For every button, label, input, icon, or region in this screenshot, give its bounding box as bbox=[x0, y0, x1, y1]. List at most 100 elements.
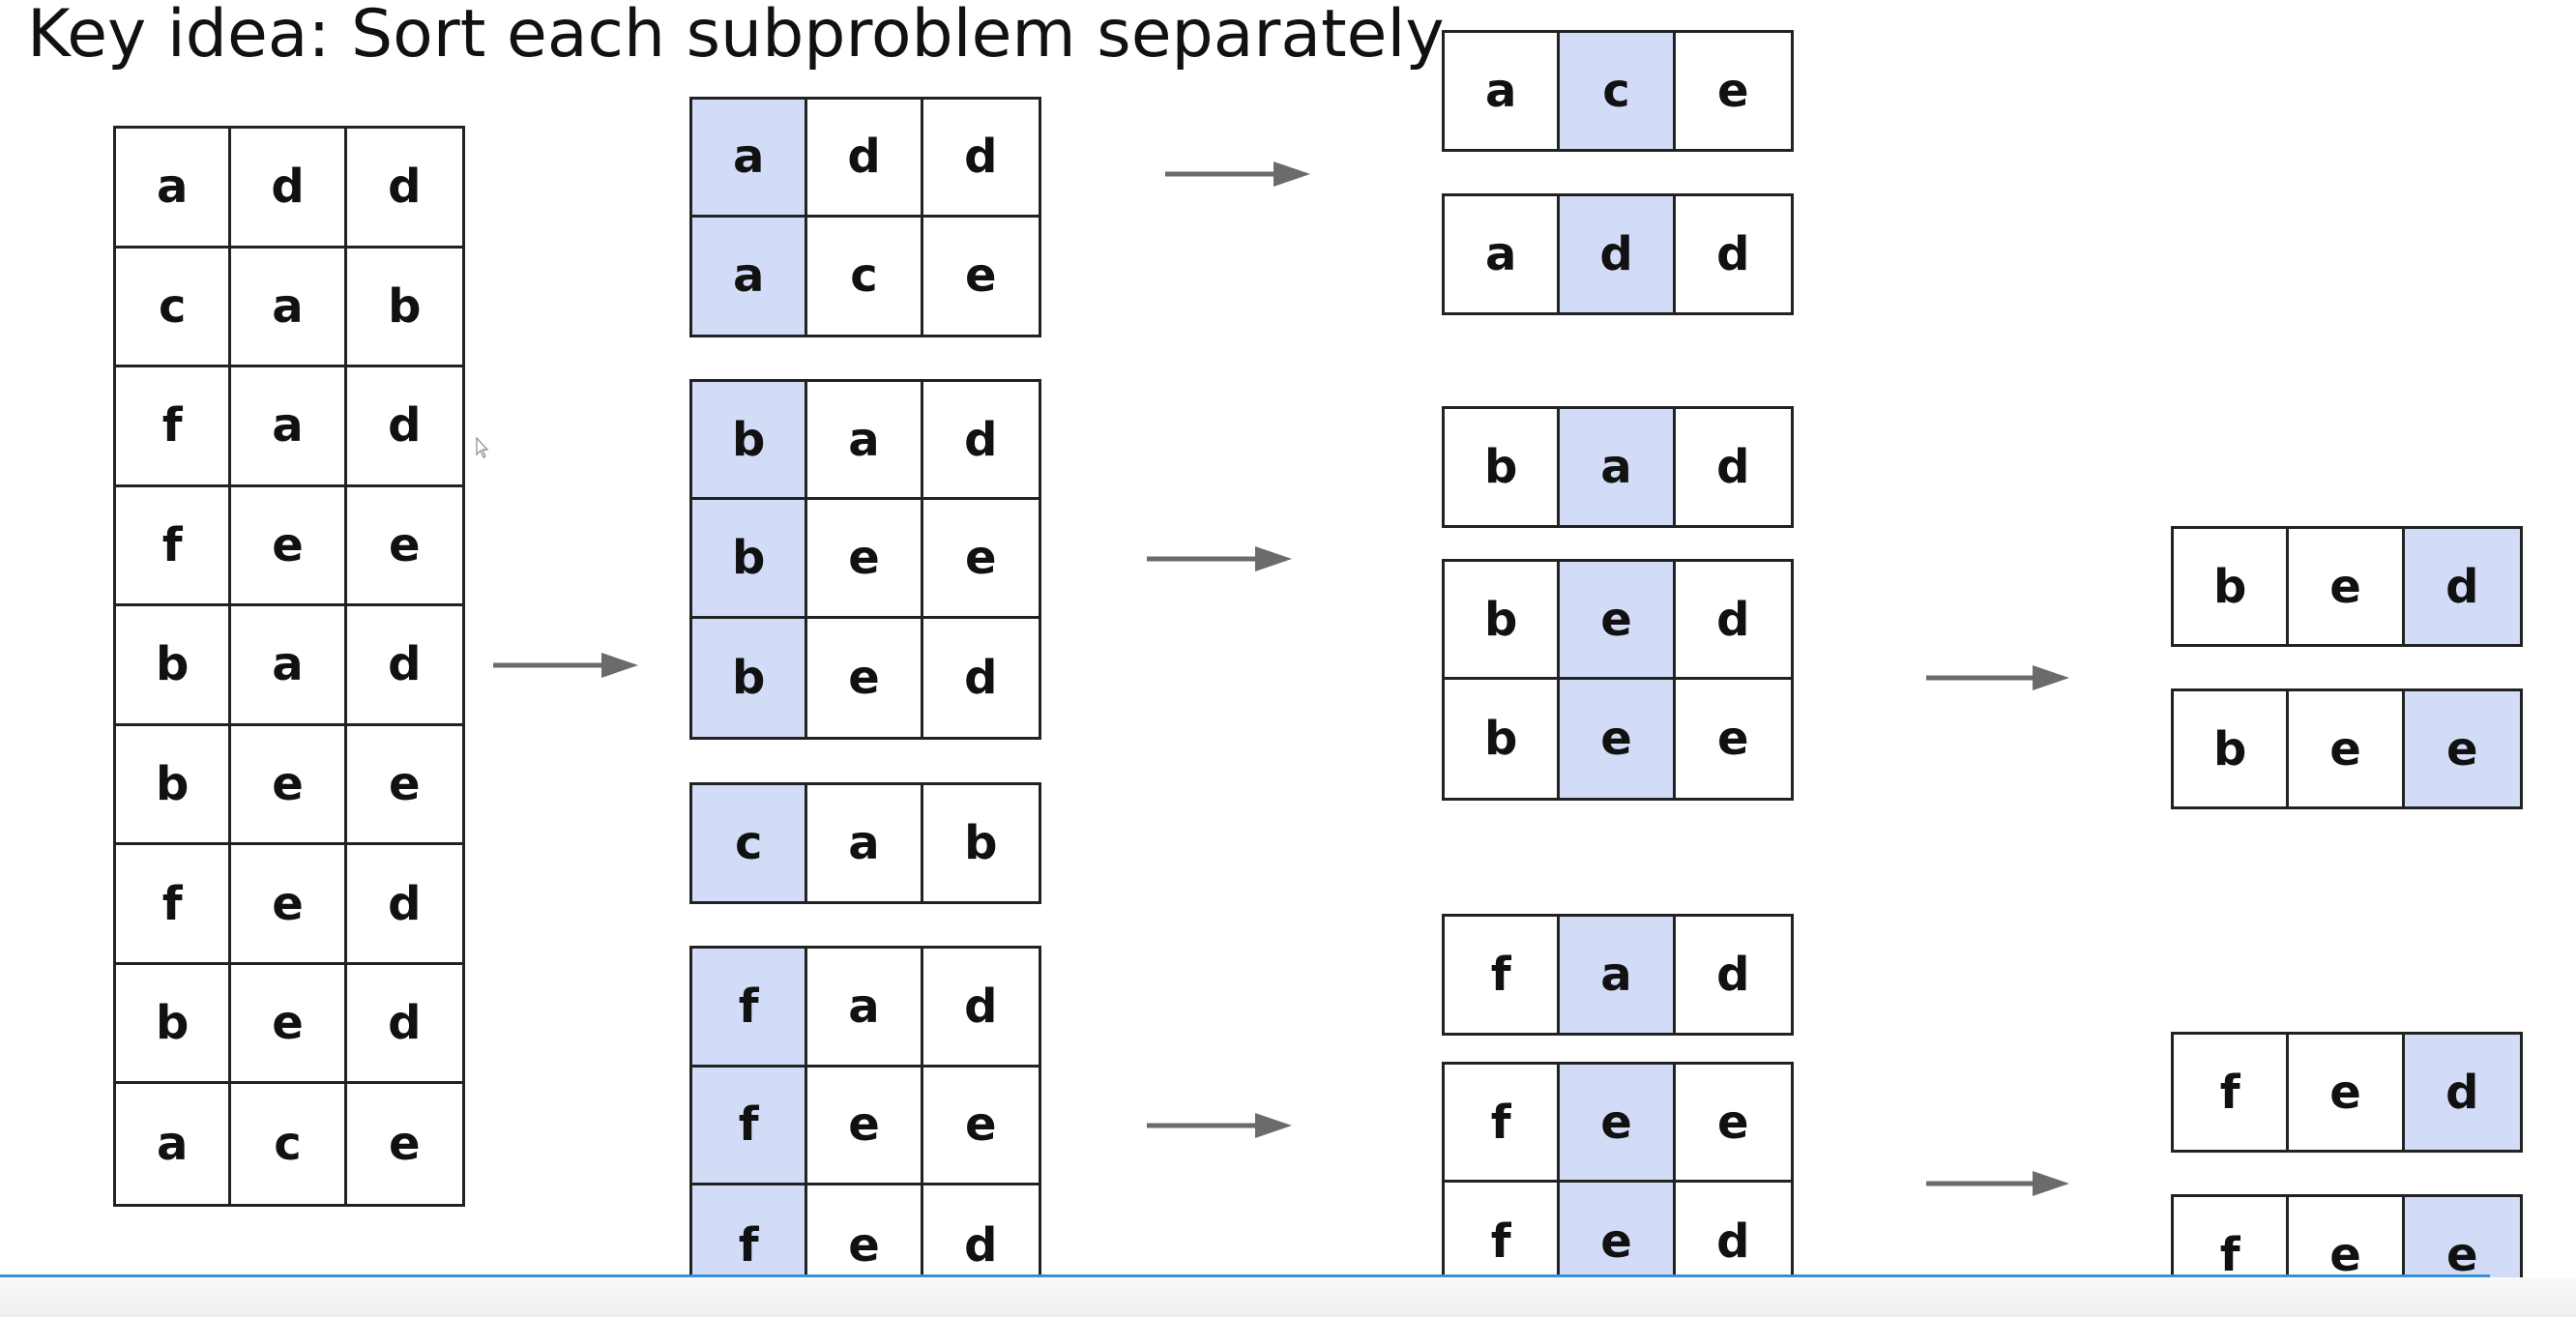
table-cell: e bbox=[346, 487, 462, 607]
arrow-fe-icon bbox=[1926, 1171, 2069, 1196]
table-cell: e bbox=[922, 1068, 1039, 1186]
table-input: addcabfadfeebadbeefedbedace bbox=[113, 126, 465, 1207]
table-step2-fe: feefed bbox=[1442, 1062, 1794, 1303]
table-cell: e bbox=[231, 486, 347, 607]
table-cell: b bbox=[116, 606, 232, 726]
table-cell: e bbox=[2289, 1035, 2405, 1150]
table-cell: e bbox=[1717, 712, 1749, 766]
table-cell: e bbox=[2404, 691, 2520, 806]
table-cell: e bbox=[922, 500, 1039, 619]
table-cell: c bbox=[116, 248, 232, 368]
table-cell: d bbox=[964, 650, 998, 705]
table-cell: d bbox=[346, 845, 462, 965]
table-cell: d bbox=[1675, 562, 1791, 680]
video-progress-line[interactable] bbox=[0, 1274, 2490, 1277]
table-cell: a bbox=[116, 1084, 232, 1204]
table-cell: d bbox=[1716, 227, 1750, 281]
table-cell: d bbox=[346, 367, 462, 487]
table-cell: c bbox=[807, 217, 923, 335]
table-cell: e bbox=[2289, 691, 2405, 806]
table-cell: a bbox=[692, 100, 808, 218]
table-cell: d bbox=[1560, 196, 1676, 312]
table-cell: e bbox=[389, 1117, 421, 1172]
table-step2-fa: fad bbox=[1442, 914, 1794, 1036]
table-cell: d bbox=[1716, 440, 1750, 494]
table-cell: f bbox=[692, 1067, 808, 1186]
table-step3-bed: bed bbox=[2171, 526, 2523, 647]
table-cell: f bbox=[1445, 917, 1561, 1033]
table-cell: d bbox=[346, 129, 462, 249]
table-cell: e bbox=[2289, 529, 2405, 644]
table-cell: a bbox=[116, 129, 232, 249]
table-cell: b bbox=[2174, 529, 2290, 644]
table-cell: a bbox=[231, 248, 347, 368]
table-cell: e bbox=[1560, 680, 1676, 798]
table-cell: f bbox=[2174, 1035, 2290, 1150]
table-cell: a bbox=[807, 949, 923, 1068]
table-cell: c bbox=[231, 1084, 347, 1204]
arrow-input-to-groups-icon bbox=[493, 653, 638, 678]
table-cell: c bbox=[1560, 33, 1676, 149]
slide-title: Key idea: Sort each subproblem separatel… bbox=[27, 0, 1456, 73]
table-step2-ba: bad bbox=[1442, 406, 1794, 528]
table-cell: d bbox=[346, 606, 462, 726]
table-cell: d bbox=[2404, 1035, 2520, 1150]
table-cell: e bbox=[1675, 1065, 1791, 1183]
table-cell: f bbox=[692, 949, 808, 1068]
table-cell: e bbox=[231, 964, 347, 1085]
table-cell: b bbox=[1445, 409, 1561, 525]
table-cell: a bbox=[807, 382, 923, 501]
table-cell: e bbox=[1560, 1065, 1676, 1183]
table-step1-group-a: addace bbox=[689, 97, 1041, 337]
table-cell: b bbox=[692, 618, 808, 737]
table-cell: f bbox=[1445, 1065, 1561, 1183]
table-cell: b bbox=[692, 382, 808, 501]
table-cell: e bbox=[807, 500, 923, 619]
arrow-group-f-icon bbox=[1147, 1113, 1292, 1138]
table-cell: e bbox=[346, 726, 462, 846]
table-cell: b bbox=[346, 249, 462, 368]
table-cell: d bbox=[1716, 948, 1750, 1002]
mouse-pointer-icon bbox=[476, 437, 489, 458]
table-cell: e bbox=[231, 845, 347, 965]
table-cell: f bbox=[116, 367, 232, 487]
table-cell: a bbox=[807, 785, 923, 901]
table-cell: a bbox=[231, 367, 347, 487]
table-cell: d bbox=[346, 965, 462, 1085]
table-step3-fed: fed bbox=[2171, 1032, 2523, 1153]
table-cell: d bbox=[922, 949, 1039, 1068]
table-cell: d bbox=[231, 129, 347, 249]
table-cell: c bbox=[692, 785, 808, 901]
table-step1-group-f: fadfeefed bbox=[689, 946, 1041, 1307]
arrow-group-b-icon bbox=[1147, 546, 1292, 571]
table-cell: f bbox=[116, 486, 232, 607]
table-cell: d bbox=[922, 100, 1039, 218]
table-cell: d bbox=[807, 100, 923, 218]
table-cell: e bbox=[1560, 562, 1676, 680]
table-cell: e bbox=[807, 1067, 923, 1186]
table-cell: d bbox=[922, 382, 1039, 501]
table-cell: e bbox=[1717, 64, 1749, 118]
table-cell: a bbox=[1560, 917, 1676, 1033]
arrow-be-icon bbox=[1926, 665, 2069, 690]
table-cell: d bbox=[2404, 529, 2520, 644]
table-cell: e bbox=[807, 618, 923, 737]
table-cell: b bbox=[116, 725, 232, 846]
table-cell: b bbox=[1445, 680, 1561, 798]
table-cell: a bbox=[692, 217, 808, 335]
table-step3-bee: bee bbox=[2171, 688, 2523, 809]
table-step2-be: bedbee bbox=[1442, 559, 1794, 801]
table-cell: b bbox=[692, 500, 808, 619]
arrow-group-a-icon bbox=[1165, 161, 1310, 187]
table-cell: b bbox=[1445, 562, 1561, 680]
table-cell: a bbox=[1445, 196, 1561, 312]
video-player-bar bbox=[0, 1277, 2576, 1317]
table-cell: e bbox=[231, 725, 347, 846]
table-cell: a bbox=[1445, 33, 1561, 149]
table-step1-group-c: cab bbox=[689, 782, 1041, 904]
table-cell: b bbox=[964, 816, 998, 870]
table-step1-group-b: badbeebed bbox=[689, 379, 1041, 740]
table-cell: b bbox=[2174, 691, 2290, 806]
table-step2-ad: add bbox=[1442, 193, 1794, 315]
table-step2-ac: ace bbox=[1442, 30, 1794, 152]
